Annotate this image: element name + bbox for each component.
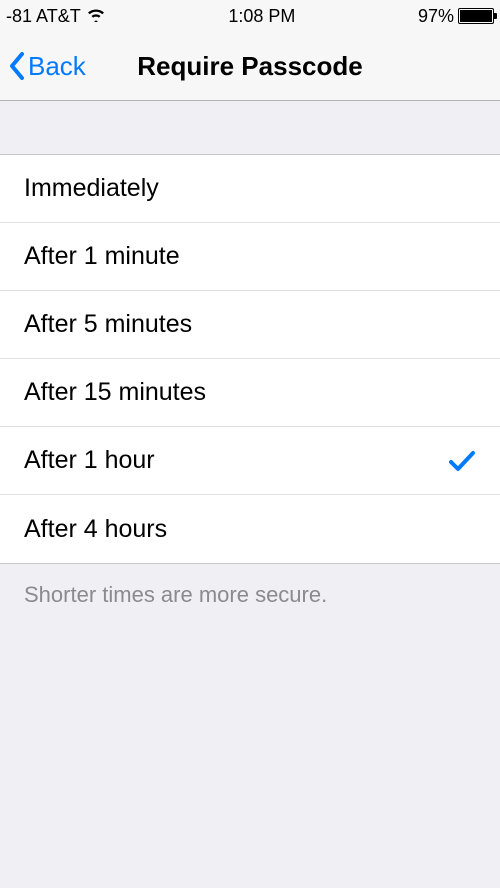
back-label: Back [28, 51, 86, 82]
battery-percent: 97% [418, 6, 454, 27]
back-button[interactable]: Back [8, 51, 86, 82]
status-right: 97% [418, 6, 494, 27]
option-label: After 4 hours [24, 515, 167, 544]
wifi-icon [86, 6, 106, 27]
signal-strength: -81 AT&T [6, 6, 81, 27]
option-after-4-hours[interactable]: After 4 hours [0, 495, 500, 563]
option-after-1-minute[interactable]: After 1 minute [0, 223, 500, 291]
page-title: Require Passcode [137, 51, 362, 82]
status-time: 1:08 PM [228, 6, 295, 27]
section-spacer [0, 101, 500, 155]
option-label: After 1 hour [24, 446, 155, 475]
option-label: After 1 minute [24, 242, 180, 271]
options-list: Immediately After 1 minute After 5 minut… [0, 155, 500, 564]
status-left: -81 AT&T [6, 6, 106, 27]
option-label: After 15 minutes [24, 378, 206, 407]
footer-hint: Shorter times are more secure. [0, 564, 500, 626]
option-immediately[interactable]: Immediately [0, 155, 500, 223]
option-label: After 5 minutes [24, 310, 192, 339]
chevron-left-icon [8, 51, 26, 81]
option-label: Immediately [24, 174, 159, 203]
option-after-15-minutes[interactable]: After 15 minutes [0, 359, 500, 427]
checkmark-icon [448, 449, 476, 473]
status-bar: -81 AT&T 1:08 PM 97% [0, 0, 500, 32]
battery-icon [458, 8, 494, 24]
nav-bar: Back Require Passcode [0, 32, 500, 101]
option-after-5-minutes[interactable]: After 5 minutes [0, 291, 500, 359]
option-after-1-hour[interactable]: After 1 hour [0, 427, 500, 495]
